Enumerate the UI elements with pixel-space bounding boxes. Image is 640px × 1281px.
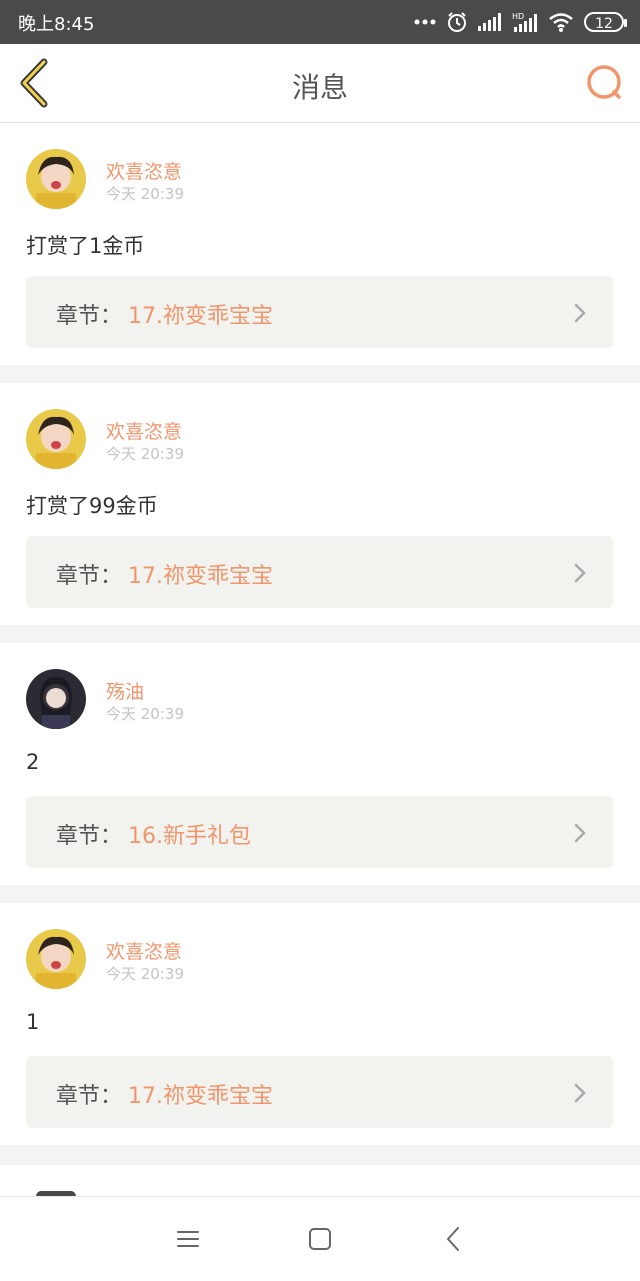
chapter-title: 17.祢变乖宝宝 — [128, 1084, 273, 1109]
message-list: 欢喜恣意 今天 20:39 打赏了1金币 章节： 17.祢变乖宝宝 欢喜恣意 今… — [0, 123, 640, 1163]
alarm-icon — [446, 11, 468, 33]
menu-icon — [177, 1231, 199, 1247]
user-name[interactable]: 欢喜恣意 — [106, 417, 182, 444]
page-title: 消息 — [291, 71, 348, 104]
chevron-right-icon — [574, 563, 586, 583]
message-time: 今天 20:39 — [106, 185, 184, 203]
user-name[interactable]: 殇油 — [106, 677, 144, 704]
status-time: 晚上8:45 — [18, 14, 95, 35]
message-time: 今天 20:39 — [106, 965, 184, 983]
chapter-title: 17.祢变乖宝宝 — [128, 564, 273, 589]
more-dots-icon — [414, 19, 436, 25]
chevron-right-icon — [574, 1083, 586, 1103]
message-text: 1 — [26, 1010, 40, 1034]
user-name[interactable]: 欢喜恣意 — [106, 937, 182, 964]
chapter-title: 17.祢变乖宝宝 — [128, 304, 273, 329]
recent-apps-button[interactable] — [172, 1223, 204, 1255]
chapter-link[interactable]: 章节： 17.祢变乖宝宝 — [26, 1056, 613, 1128]
message-text: 打赏了99金币 — [26, 494, 158, 518]
avatar[interactable] — [26, 669, 86, 729]
next-card-peek — [0, 1165, 640, 1196]
chapter-label: 章节： — [56, 564, 123, 589]
message-card: 欢喜恣意 今天 20:39 打赏了1金币 章节： 17.祢变乖宝宝 — [0, 123, 640, 365]
signal-icon — [478, 13, 502, 31]
hd-signal-icon: HD — [512, 11, 538, 33]
system-back-button[interactable] — [438, 1223, 470, 1255]
chapter-label: 章节： — [56, 1084, 123, 1109]
search-button[interactable] — [582, 60, 628, 106]
chapter-label: 章节： — [56, 824, 123, 849]
avatar[interactable] — [26, 409, 86, 469]
header-bar: 消息 — [0, 44, 640, 123]
chapter-link[interactable]: 章节： 17.祢变乖宝宝 — [26, 276, 613, 348]
battery-icon: 12 — [584, 12, 627, 32]
message-card: 欢喜恣意 今天 20:39 打赏了99金币 章节： 17.祢变乖宝宝 — [0, 383, 640, 625]
wifi-icon — [548, 12, 574, 32]
chapter-title: 16.新手礼包 — [128, 824, 251, 849]
avatar[interactable] — [26, 149, 86, 209]
chapter-link[interactable]: 章节： 17.祢变乖宝宝 — [26, 536, 613, 608]
message-time: 今天 20:39 — [106, 445, 184, 463]
home-square-icon — [309, 1228, 331, 1250]
message-card: 欢喜恣意 今天 20:39 1 章节： 17.祢变乖宝宝 — [0, 903, 640, 1145]
chevron-right-icon — [574, 823, 586, 843]
back-icon — [447, 1227, 459, 1251]
user-name[interactable]: 欢喜恣意 — [106, 157, 182, 184]
chevron-right-icon — [574, 303, 586, 323]
avatar[interactable] — [26, 929, 86, 989]
message-text: 打赏了1金币 — [26, 234, 145, 258]
chapter-link[interactable]: 章节： 16.新手礼包 — [26, 796, 613, 868]
message-time: 今天 20:39 — [106, 705, 184, 723]
svg-text:HD: HD — [512, 12, 524, 21]
status-bar: 晚上8:45 HD 12 — [0, 0, 640, 44]
home-button[interactable] — [304, 1223, 336, 1255]
chapter-label: 章节： — [56, 304, 123, 329]
system-nav-bar — [0, 1196, 640, 1281]
status-icons: HD 12 — [414, 8, 627, 36]
message-card: 殇油 今天 20:39 2 章节： 16.新手礼包 — [0, 643, 640, 885]
message-text: 2 — [26, 750, 40, 774]
search-icon — [587, 65, 621, 99]
